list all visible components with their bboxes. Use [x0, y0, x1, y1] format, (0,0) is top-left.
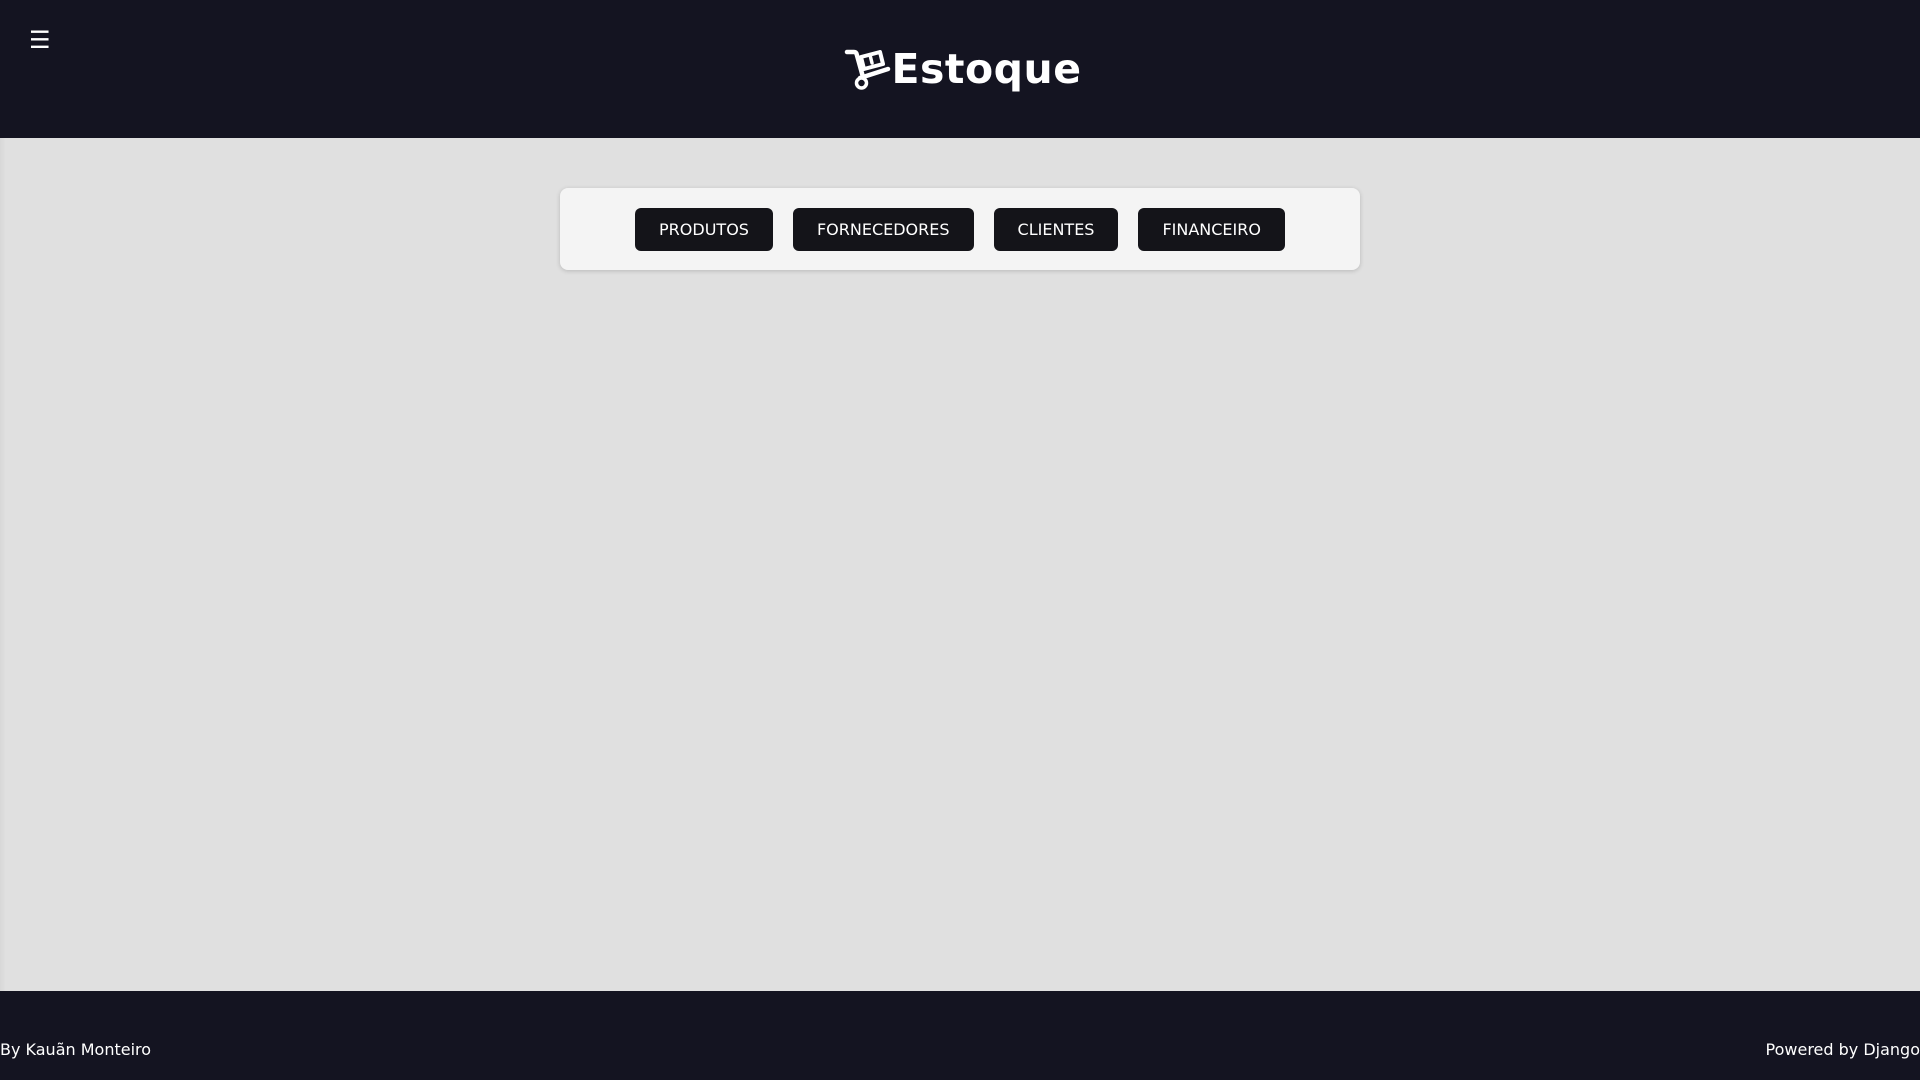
produtos-button[interactable]: PRODUTOS	[635, 207, 773, 251]
dolly-cart-icon	[843, 47, 891, 91]
top-header: ☰ Estoque	[0, 0, 1920, 138]
powered-by-credit: Powered by Django	[1765, 1040, 1920, 1059]
clientes-button[interactable]: CLIENTES	[993, 207, 1119, 251]
footer: By Kauãn Monteiro Powered by Django	[0, 991, 1920, 1080]
author-credit: By Kauãn Monteiro	[0, 1040, 152, 1059]
fornecedores-button[interactable]: FORNECEDORES	[792, 207, 974, 251]
page-title: Estoque	[891, 45, 1082, 93]
financeiro-button[interactable]: FINANCEIRO	[1138, 207, 1285, 251]
brand-link[interactable]: Estoque	[843, 45, 1081, 93]
sidebar-edge	[0, 138, 6, 991]
brand: Estoque	[0, 0, 1920, 138]
nav-card: PRODUTOS FORNECEDORES CLIENTES FINANCEIR…	[560, 188, 1360, 270]
